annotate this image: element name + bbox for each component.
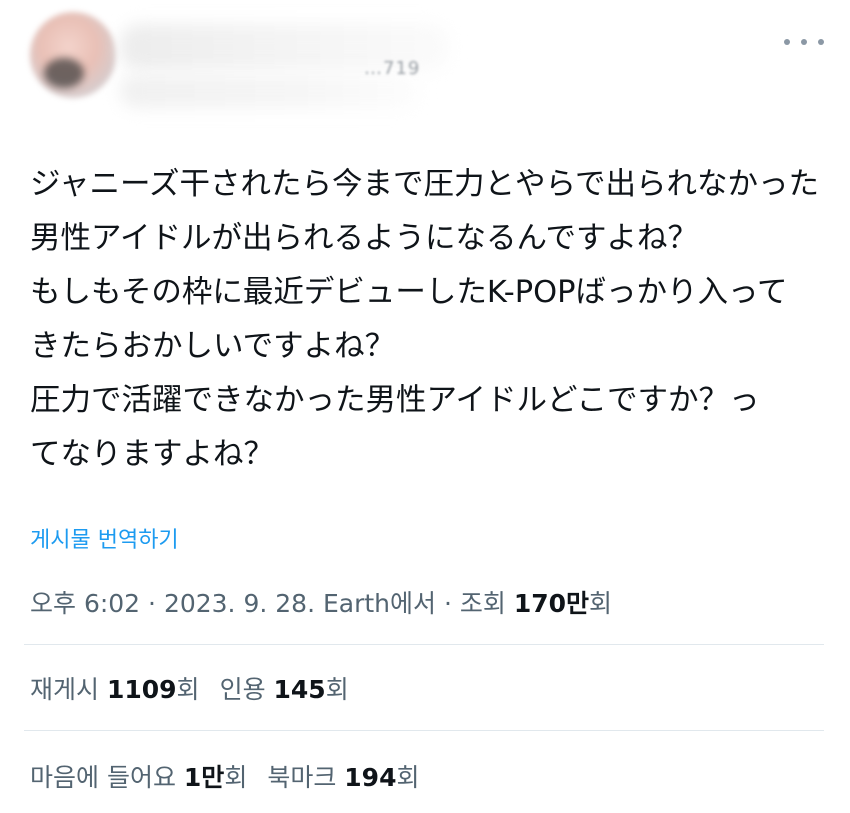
likes-count: 1만 xyxy=(183,763,225,792)
post-source: Earth에서 xyxy=(315,589,437,618)
bookmarks-suffix: 회 xyxy=(396,763,420,792)
likes-label: 마음에 들어요 xyxy=(30,763,184,792)
tweet-meta: 오후 6:02 · 2023. 9. 28. Earth에서 · 조회 170만… xyxy=(30,584,612,620)
reposts-count: 1109 xyxy=(106,675,177,704)
tweet-line: もしもその枠に最近デビューしたK-POPばっかり入って xyxy=(30,275,788,310)
divider xyxy=(24,730,824,731)
views-suffix: 회 xyxy=(589,589,613,618)
meta-separator: · xyxy=(140,589,164,618)
tweet-line: ジャニーズ干されたら今まで圧力とやらで出られなかった xyxy=(30,167,820,202)
quotes-label: 인용 xyxy=(219,675,274,704)
tweet-line: きたらおかしいですよね？ xyxy=(30,329,396,364)
like-bookmark-stats: 마음에 들어요 1만회 북마크 194회 xyxy=(30,758,419,794)
tweet-line: 圧力で活躍できなかった男性アイドルどこですか？っ xyxy=(30,383,760,418)
quotes-suffix: 회 xyxy=(325,675,349,704)
reposts-label: 재게시 xyxy=(30,675,107,704)
likes-suffix: 회 xyxy=(224,763,248,792)
quotes-count: 145 xyxy=(273,675,326,704)
reposts-stat[interactable]: 재게시 1109회 xyxy=(30,675,200,704)
reposts-suffix: 회 xyxy=(176,675,200,704)
handle-redacted[interactable] xyxy=(120,74,420,108)
views-count: 170만 xyxy=(513,589,589,618)
post-date[interactable]: 2023. 9. 28. xyxy=(164,589,315,618)
bookmarks-count: 194 xyxy=(344,763,397,792)
handle-fragment: …719 xyxy=(364,58,421,79)
post-time[interactable]: 오후 6:02 xyxy=(30,589,140,618)
tweet-text: ジャニーズ干されたら今まで圧力とやらで出られなかった 男性アイドルが出られるよう… xyxy=(30,158,830,482)
quotes-stat[interactable]: 인용 145회 xyxy=(220,675,349,704)
divider xyxy=(24,644,824,645)
more-horizontal-icon[interactable] xyxy=(784,30,824,54)
repost-quote-stats: 재게시 1109회 인용 145회 xyxy=(30,670,349,706)
views-label: 조회 xyxy=(459,589,514,618)
tweet-line: てなりますよね？ xyxy=(30,437,274,472)
bookmarks-label: 북마크 xyxy=(267,763,345,792)
avatar-shadow xyxy=(44,58,84,88)
meta-separator: · xyxy=(436,589,460,618)
tweet-header: …719 xyxy=(0,0,850,130)
translate-post-link[interactable]: 게시물 번역하기 xyxy=(30,522,179,554)
tweet-line: 男性アイドルが出られるようになるんですよね？ xyxy=(30,221,698,256)
bookmarks-stat[interactable]: 북마크 194회 xyxy=(267,763,419,792)
likes-stat[interactable]: 마음에 들어요 1만회 xyxy=(30,763,247,792)
